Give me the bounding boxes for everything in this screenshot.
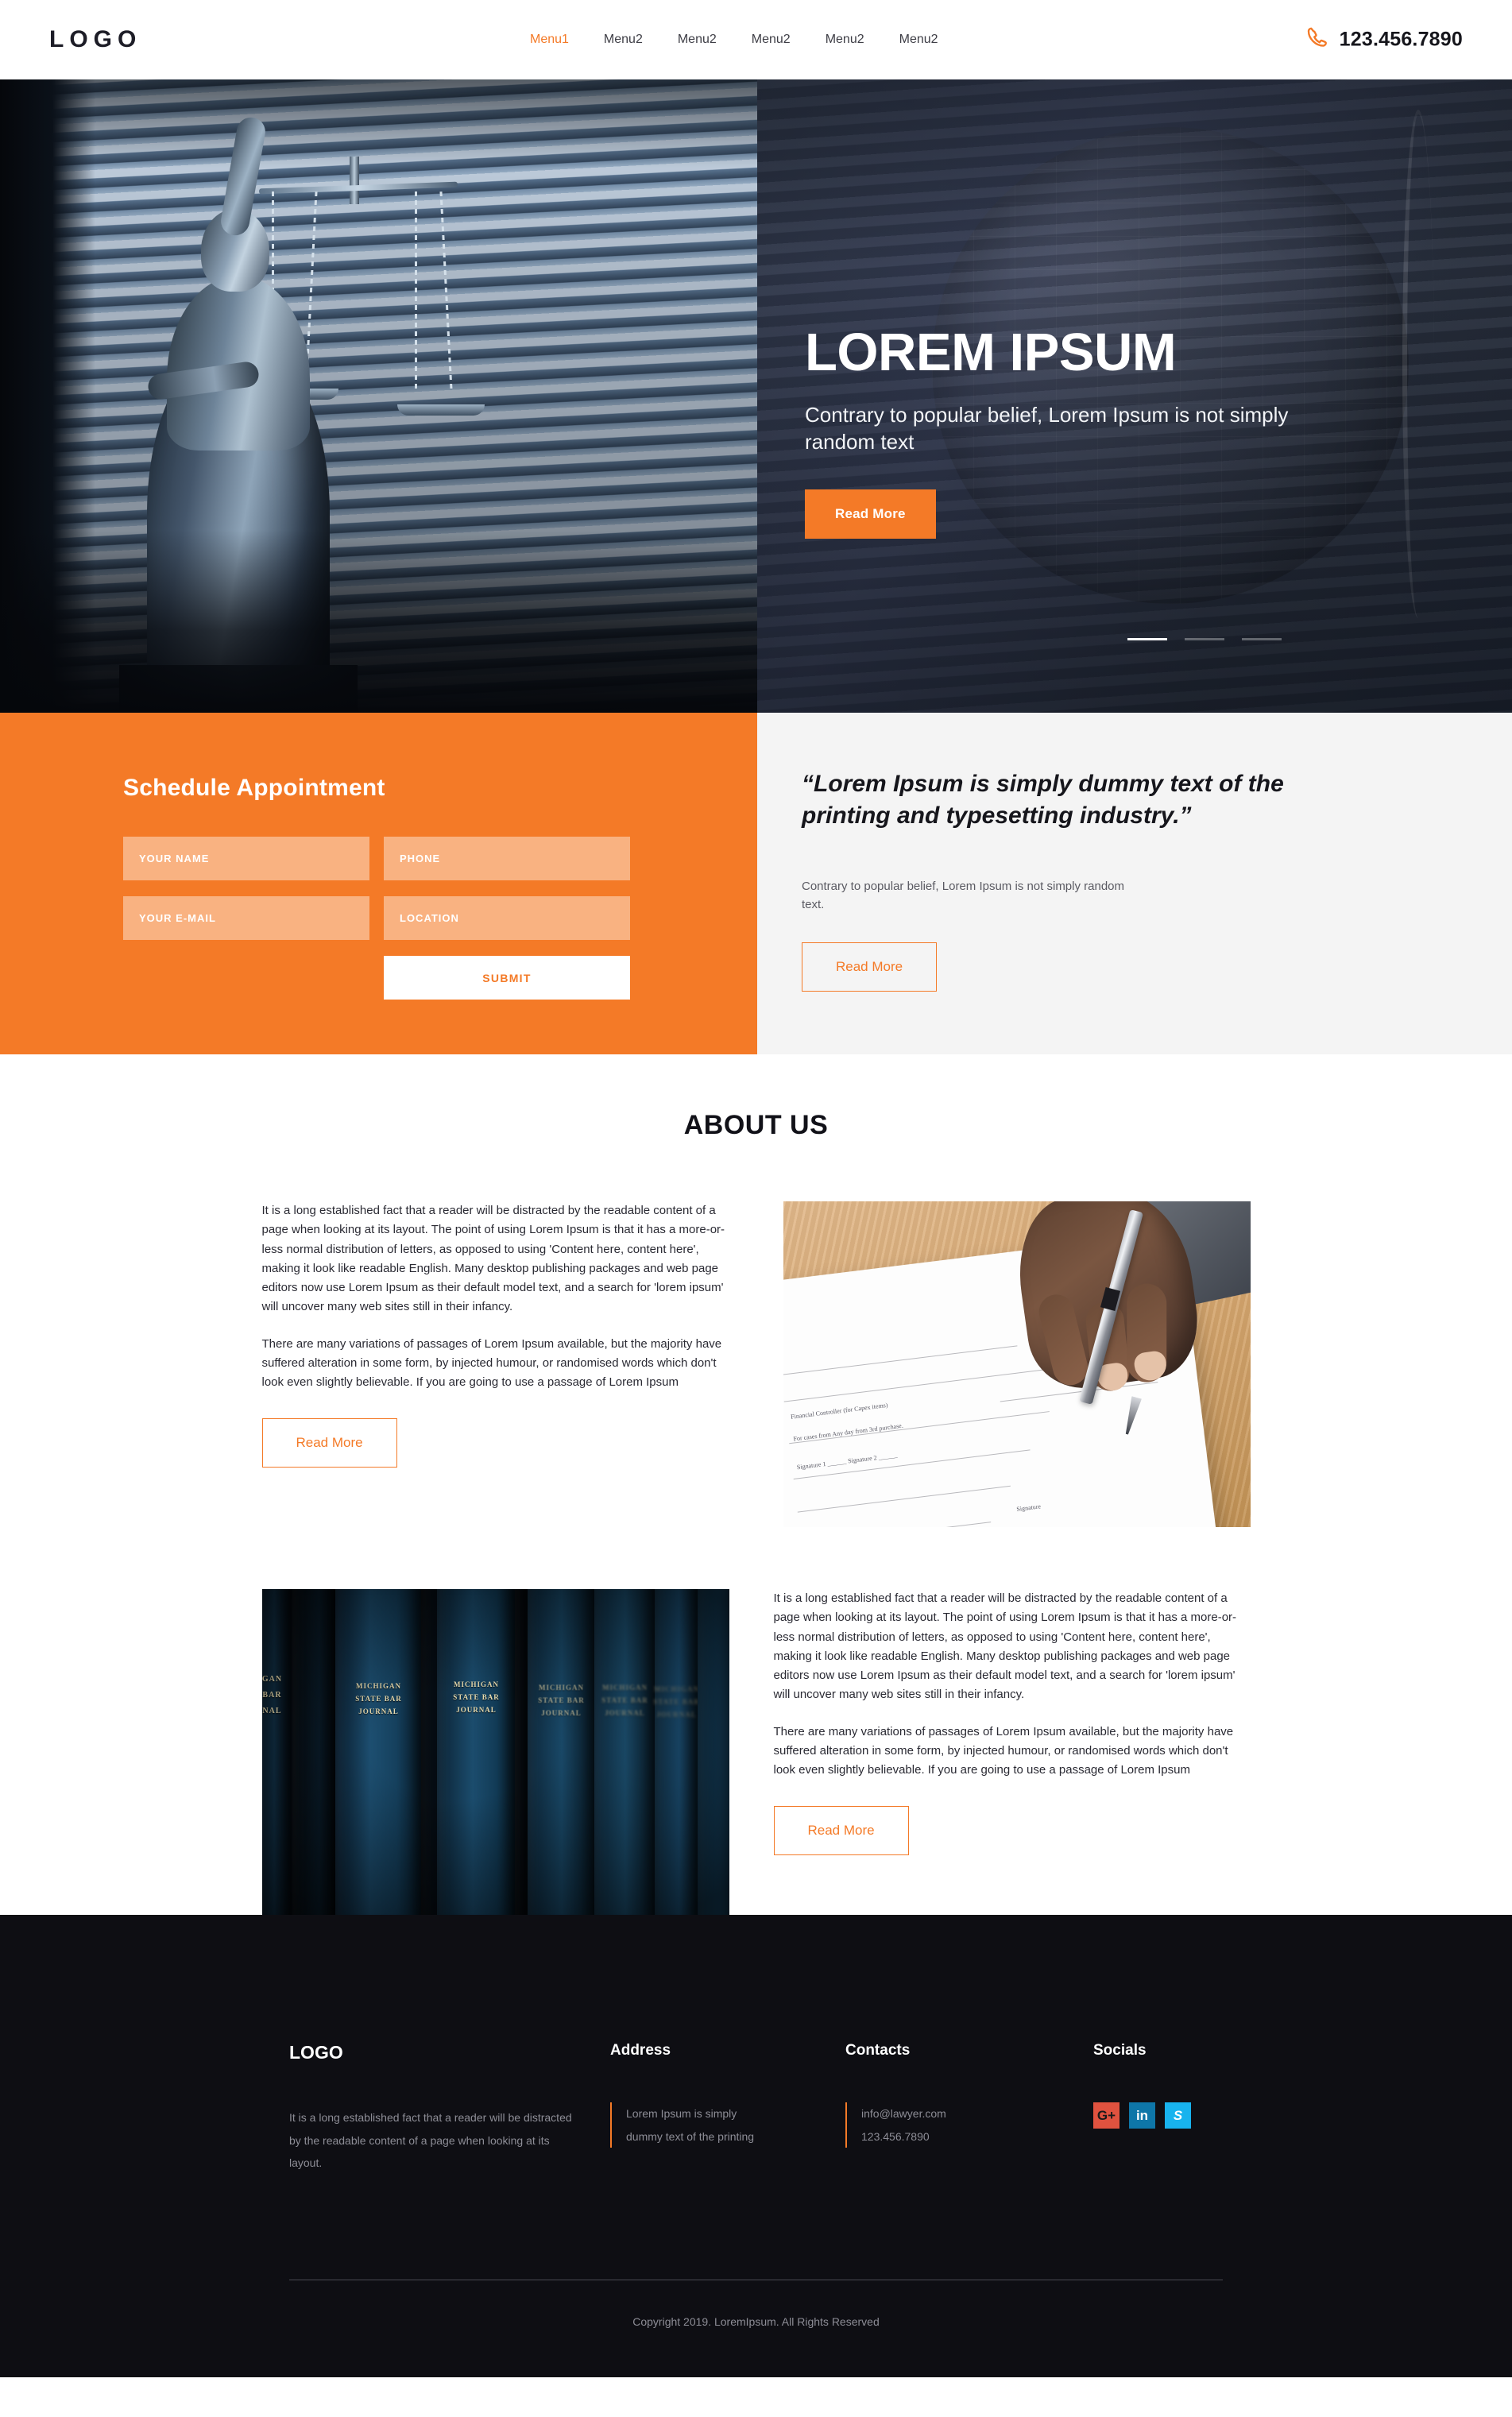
google-plus-icon[interactable]: G+ [1093,2102,1119,2129]
appointment-form: Schedule Appointment SUBMIT [123,775,632,1000]
about-block-1-paragraph-2: There are many variations of passages of… [261,1336,722,1390]
quote-content: “Lorem Ipsum is simply dummy text of the… [802,768,1350,992]
about-title: ABOUT US [683,1110,829,1140]
hero-read-more-button[interactable]: Read More [805,489,936,539]
about-block-1-text: It is a long established fact that a rea… [261,1201,739,1468]
site-logo[interactable]: LOGO [49,26,141,53]
nav-item-6[interactable]: Menu2 [882,33,956,47]
footer-phone[interactable]: 123.456.7890 [861,2125,1093,2148]
google-plus-glyph: G+ [1096,2107,1116,2123]
submit-button[interactable]: SUBMIT [384,956,630,1000]
footer-contacts-block: info@lawyer.com 123.456.7890 [845,2102,1093,2148]
phone-input[interactable] [384,837,630,880]
footer-logo-column: LOGO It is a long established fact that … [289,2042,610,2175]
linkedin-glyph: in [1135,2107,1149,2123]
about-block-1-read-more-button[interactable]: Read More [261,1417,397,1468]
location-input[interactable] [384,896,630,940]
nav-item-2[interactable]: Menu2 [586,33,660,47]
footer-address-heading: Address [610,2042,671,2059]
header-phone-number: 123.456.7890 [1339,28,1463,51]
scale-chain [415,191,417,390]
quote-panel: “Lorem Ipsum is simply dummy text of the… [757,713,1512,1054]
appointment-panel: Schedule Appointment SUBMIT [0,713,757,1054]
nav-item-4[interactable]: Menu2 [734,33,808,47]
about-block-2: GANBARNAL MICHIGANSTATE BARJOURNAL MICHI… [0,1589,1512,1915]
social-links: G+ in S [1093,2102,1332,2129]
footer-socials-column: Socials G+ in S [1093,2042,1332,2175]
hero-slider-indicators [1127,637,1282,640]
shadow-bottom [0,530,757,713]
your-name-input[interactable] [123,837,369,880]
books-vignette [261,1589,729,1915]
footer-email[interactable]: info@lawyer.com [861,2102,1093,2125]
about-block-2-text: It is a long established fact that a rea… [773,1589,1251,1855]
quote-body: Contrary to popular belief, Lorem Ipsum … [802,880,1125,911]
statue-pole [350,157,359,204]
hero-globe-image: LOREM IPSUM Contrary to popular belief, … [757,79,1512,713]
site-header: LOGO Menu1 Menu2 Menu2 Menu2 Menu2 Menu2… [0,0,1512,79]
slider-dot-2[interactable] [1185,637,1224,640]
header-phone[interactable]: 123.456.7890 [1305,26,1463,54]
skype-icon[interactable]: S [1165,2102,1191,2129]
footer-socials-heading: Socials [1093,2042,1147,2059]
scale-pan [397,404,485,416]
hero-content: LOREM IPSUM Contrary to popular belief, … [805,323,1313,640]
appointment-title: Schedule Appointment [123,775,385,801]
quote-read-more-button[interactable]: Read More [802,942,938,992]
appointment-quote-band: Schedule Appointment SUBMIT “Lorem Ipsum… [0,713,1512,1054]
hero-subtitle: Contrary to popular belief, Lorem Ipsum … [805,403,1289,454]
footer-logo[interactable]: LOGO [289,2042,610,2063]
hero-title: LOREM IPSUM [805,323,1177,382]
statue-arm-raised [218,115,268,238]
nav-item-3[interactable]: Menu2 [660,33,734,47]
quote-text: “Lorem Ipsum is simply dummy text of the… [802,771,1284,830]
your-email-input[interactable] [123,896,369,940]
skype-glyph: S [1173,2107,1183,2123]
footer-columns: LOGO It is a long established fact that … [0,2042,1512,2175]
linkedin-icon[interactable]: in [1129,2102,1155,2129]
footer-address-text: Lorem Ipsum is simply dummy text of the … [610,2102,761,2148]
about-books-image: GANBARNAL MICHIGANSTATE BARJOURNAL MICHI… [261,1589,729,1915]
footer-contacts-heading: Contacts [845,2042,911,2059]
about-section: ABOUT US It is a long established fact t… [0,1054,1512,1915]
main-navigation: Menu1 Menu2 Menu2 Menu2 Menu2 Menu2 [512,33,956,47]
hero-section: LOREM IPSUM Contrary to popular belief, … [0,79,1512,713]
about-block-2-paragraph-1: It is a long established fact that a rea… [773,1591,1237,1702]
about-block-1: It is a long established fact that a rea… [0,1201,1512,1527]
footer-address-column: Address Lorem Ipsum is simply dummy text… [610,2042,845,2175]
phone-icon [1305,26,1328,54]
copyright-text: Copyright 2019. LoremIpsum. All Rights R… [632,2315,880,2328]
about-block-1-paragraph-1: It is a long established fact that a rea… [261,1204,725,1314]
about-signing-image: Financial Controller (for Capex items) F… [783,1201,1251,1527]
hero-statue-image [0,79,757,713]
site-footer: LOGO It is a long established fact that … [0,1915,1512,2377]
slider-dot-3[interactable] [1242,637,1282,640]
footer-contacts-column: Contacts info@lawyer.com 123.456.7890 [845,2042,1093,2175]
slider-dot-1[interactable] [1127,637,1167,640]
appointment-fields: SUBMIT [123,837,632,1000]
footer-logo-text: It is a long established fact that a rea… [289,2111,572,2170]
nav-item-5[interactable]: Menu2 [808,33,882,47]
nav-item-1[interactable]: Menu1 [512,33,586,47]
about-block-2-read-more-button[interactable]: Read More [773,1805,909,1855]
about-block-2-paragraph-2: There are many variations of passages of… [773,1724,1234,1777]
